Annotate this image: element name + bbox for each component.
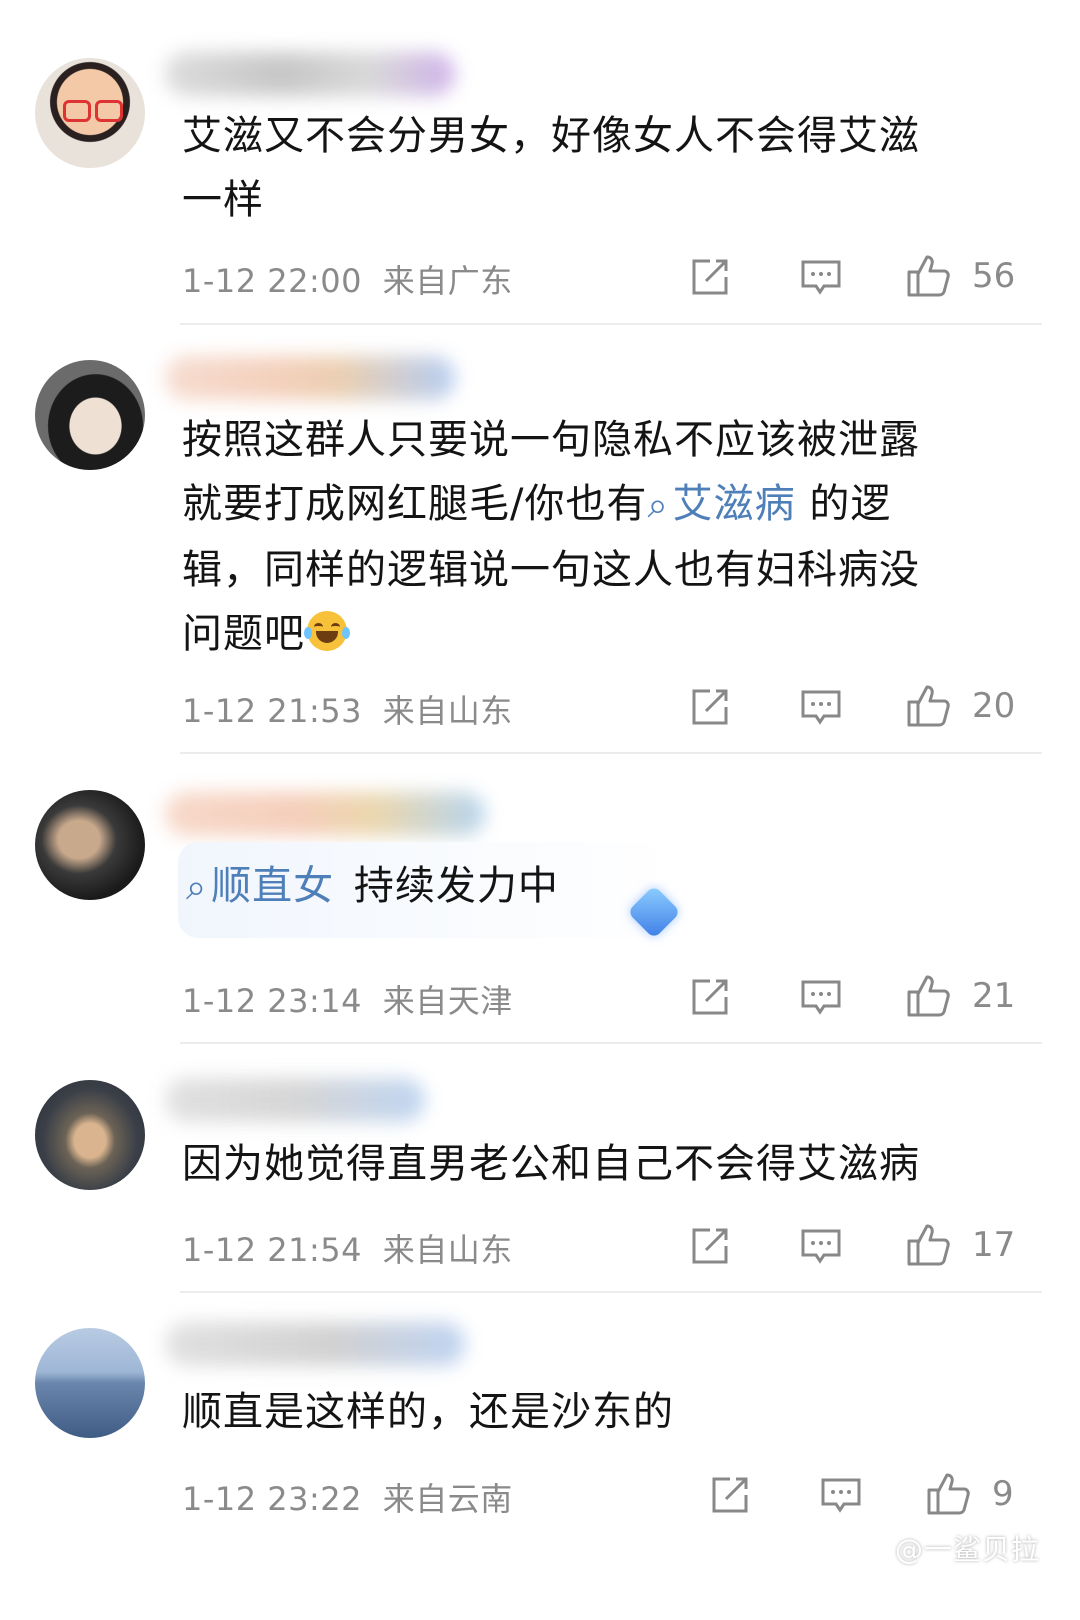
divider (180, 1291, 1042, 1293)
share-icon[interactable] (710, 1475, 752, 1515)
comment-text: 因为她觉得直男老公和自己不会得艾滋病 (182, 1141, 920, 1187)
comment-meta: 1-12 23:22 来自云南 (182, 1474, 513, 1520)
comment-icon[interactable] (800, 1228, 842, 1266)
thumbs-up-icon[interactable] (906, 972, 952, 1018)
location: 来自云南 (382, 1480, 513, 1518)
badge-text: 持续发力中 (353, 863, 559, 909)
username-blurred[interactable] (165, 1078, 425, 1122)
watermark: @一鲨贝拉 (894, 1533, 1040, 1566)
search-icon: ⌕ (647, 485, 669, 526)
divider (180, 323, 1042, 325)
like-count: 9 (992, 1474, 1014, 1514)
username-blurred[interactable] (165, 1322, 465, 1366)
comment-meta: 1-12 22:00 来自广东 (182, 256, 513, 302)
divider (180, 1042, 1042, 1044)
comment-text: 按照这群人只要说一句隐私不应该被泄露 就要打成网红腿毛/你也有⌕ 艾滋病 的逻 辑… (182, 417, 920, 657)
location: 来自天津 (382, 982, 513, 1020)
comment-text: 顺直是这样的，还是沙东的 (182, 1389, 674, 1435)
comment-meta: 1-12 21:54 来自山东 (182, 1225, 513, 1271)
laugh-cry-emoji (304, 611, 350, 651)
comment-text: 艾滋又不会分男女，好像女人不会得艾滋 一样 (182, 113, 920, 223)
topic-link[interactable]: ⌕ 顺直女 (186, 863, 334, 909)
timestamp: 1-12 21:53 (182, 692, 363, 730)
like-count: 21 (972, 976, 1016, 1016)
share-icon[interactable] (690, 687, 732, 727)
comment-text: ⌕ 顺直女 持续发力中 (186, 854, 1046, 920)
thumbs-up-icon[interactable] (906, 1221, 952, 1267)
username-blurred[interactable] (165, 792, 485, 836)
username-blurred[interactable] (165, 52, 455, 96)
avatar[interactable] (35, 58, 145, 168)
location: 来自山东 (382, 692, 513, 730)
like-count: 20 (972, 686, 1016, 726)
thumbs-up-icon[interactable] (906, 252, 952, 298)
avatar[interactable] (35, 790, 145, 900)
like-count: 17 (972, 1225, 1016, 1265)
timestamp: 1-12 23:14 (182, 982, 363, 1020)
thumbs-up-icon[interactable] (906, 682, 952, 728)
divider (180, 752, 1042, 754)
comment-icon[interactable] (800, 689, 842, 727)
timestamp: 1-12 23:22 (182, 1480, 363, 1518)
comment-icon[interactable] (820, 1477, 862, 1515)
comment-icon[interactable] (800, 979, 842, 1017)
comment-meta: 1-12 23:14 来自天津 (182, 976, 513, 1022)
avatar[interactable] (35, 1328, 145, 1438)
timestamp: 1-12 22:00 (182, 262, 363, 300)
thumbs-up-icon[interactable] (926, 1470, 972, 1516)
search-icon: ⌕ (186, 867, 208, 908)
topic-link[interactable]: ⌕ 艾滋病 (647, 481, 795, 527)
share-icon[interactable] (690, 1226, 732, 1266)
comment-meta: 1-12 21:53 来自山东 (182, 686, 513, 732)
location: 来自山东 (382, 1231, 513, 1269)
location: 来自广东 (382, 262, 513, 300)
avatar[interactable] (35, 1080, 145, 1190)
like-count: 56 (972, 256, 1016, 296)
username-blurred[interactable] (165, 356, 455, 400)
share-icon[interactable] (690, 257, 732, 297)
avatar[interactable] (35, 360, 145, 470)
timestamp: 1-12 21:54 (182, 1231, 363, 1269)
share-icon[interactable] (690, 977, 732, 1017)
comment-icon[interactable] (800, 259, 842, 297)
